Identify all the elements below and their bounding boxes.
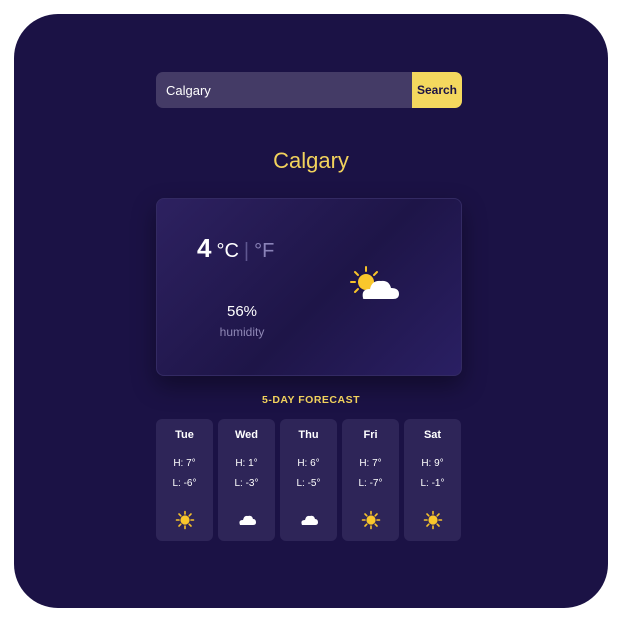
- day-name: Wed: [234, 429, 259, 441]
- partly-cloudy-icon: [349, 265, 405, 305]
- sun-icon: [423, 510, 443, 530]
- humidity-value: 56%: [226, 303, 258, 320]
- search-input[interactable]: [156, 72, 412, 108]
- day-low: L: -6°: [172, 478, 197, 489]
- forecast-day: Thu H: 6° L: -5°: [280, 419, 337, 541]
- fahrenheit-toggle[interactable]: °F: [254, 240, 274, 263]
- day-low: L: -5°: [296, 478, 321, 489]
- day-high: H: 7°: [359, 458, 382, 469]
- forecast-title: 5-DAY FORECAST: [261, 394, 361, 406]
- celsius-toggle[interactable]: °C: [216, 240, 238, 263]
- humidity-label: humidity: [219, 325, 265, 339]
- day-name: Thu: [298, 429, 319, 441]
- day-low: L: -1°: [420, 478, 445, 489]
- temperature-row: 4 °C | °F: [197, 233, 274, 264]
- day-name: Fri: [363, 429, 378, 441]
- forecast-day: Tue H: 7° L: -6°: [156, 419, 213, 541]
- sun-icon: [361, 510, 381, 530]
- unit-separator: |: [243, 240, 250, 262]
- sun-icon: [175, 510, 195, 530]
- temperature-value: 4: [197, 233, 212, 263]
- day-low: L: -3°: [234, 478, 259, 489]
- forecast-day: Fri H: 7° L: -7°: [342, 419, 399, 541]
- forecast-row: Tue H: 7° L: -6° Wed H: 1° L: -3° Thu H:…: [156, 419, 461, 541]
- current-weather-card: 4 °C | °F 56% humidity: [156, 198, 462, 376]
- forecast-day: Sat H: 9° L: -1°: [404, 419, 461, 541]
- forecast-day: Wed H: 1° L: -3°: [218, 419, 275, 541]
- day-low: L: -7°: [358, 478, 383, 489]
- search-bar: Search: [156, 72, 462, 108]
- day-high: H: 7°: [173, 458, 196, 469]
- search-button[interactable]: Search: [412, 72, 462, 108]
- city-name: Calgary: [273, 148, 349, 173]
- day-name: Tue: [175, 429, 194, 441]
- day-high: H: 1°: [235, 458, 258, 469]
- day-high: H: 6°: [297, 458, 320, 469]
- day-name: Sat: [423, 429, 442, 441]
- day-high: H: 9°: [421, 458, 444, 469]
- cloud-icon: [237, 510, 257, 530]
- cloud-icon: [299, 510, 319, 530]
- app-frame: Search Calgary 4 °C | °F 56% humidity: [14, 14, 608, 608]
